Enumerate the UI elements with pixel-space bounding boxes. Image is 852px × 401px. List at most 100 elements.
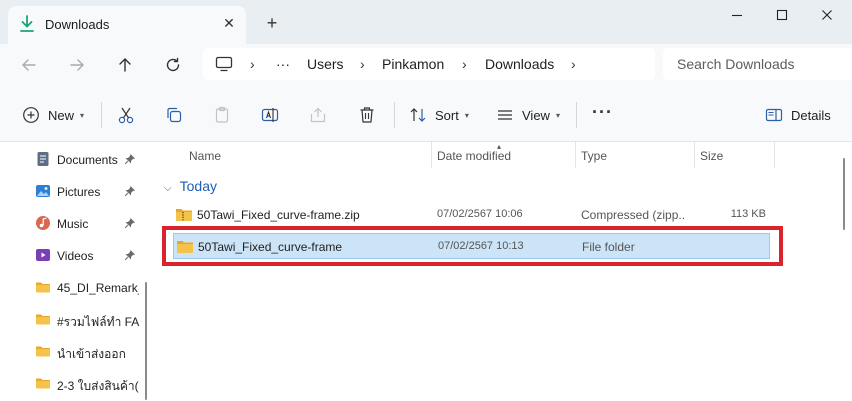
sidebar-item-folder[interactable]: 2-3 ใบส่งสินค้า(ข [0, 368, 148, 398]
forward-button[interactable] [66, 54, 88, 76]
details-button[interactable]: Details [765, 103, 831, 127]
chevron-down-icon: ▾ [80, 110, 85, 120]
more-icon: ··· [592, 101, 613, 122]
highlight-annotation [162, 226, 783, 266]
chevron-down-icon: ⌵ [164, 183, 172, 194]
pin-icon[interactable] [124, 249, 136, 261]
sidebar-item-music[interactable]: Music [0, 208, 148, 238]
sidebar-item-label: #รวมไฟล์ทำ FAQ [57, 315, 139, 329]
breadcrumb-pinkamon[interactable]: Pinkamon [382, 56, 444, 72]
new-button-label: New [48, 107, 75, 123]
search-box[interactable] [663, 48, 852, 80]
minimize-icon [732, 14, 742, 17]
folder-icon [36, 282, 50, 293]
search-input[interactable] [677, 56, 847, 72]
rename-icon[interactable] [260, 105, 280, 125]
pin-icon[interactable] [124, 153, 136, 165]
maximize-button[interactable] [767, 6, 797, 26]
delete-icon[interactable] [357, 105, 377, 125]
breadcrumb-separator[interactable]: › [571, 56, 576, 72]
paste-icon[interactable] [212, 105, 232, 125]
folder-icon [36, 378, 50, 389]
sidebar-item-documents[interactable]: Documents [0, 144, 148, 174]
sidebar-item-label: 2-3 ใบส่งสินค้า(ข [57, 379, 139, 393]
file-size: 113 KB [730, 208, 766, 220]
sidebar-item-label: นำเข้าส่งออก [57, 347, 126, 361]
new-tab-button[interactable]: + [262, 13, 282, 33]
toolbar-divider [101, 102, 102, 128]
refresh-icon [166, 57, 180, 72]
plus-circle-icon [23, 107, 39, 123]
group-header-label: Today [179, 178, 217, 194]
sidebar-item-folder[interactable]: นำเข้าส่งออก [0, 336, 148, 366]
group-header-today[interactable]: ⌵ Today [164, 178, 217, 198]
toolbar-divider [576, 102, 577, 128]
arrow-right-icon [70, 59, 84, 71]
sort-icon [410, 108, 426, 122]
maximize-icon [776, 9, 788, 21]
new-button[interactable]: New ▾ [22, 103, 84, 127]
close-window-button[interactable] [812, 6, 842, 26]
refresh-button[interactable] [162, 54, 184, 76]
file-type: Compressed (zipp... [581, 208, 685, 222]
breadcrumb-more[interactable]: ··· [276, 56, 290, 72]
navigation-pane: Documents Pictures Music Videos 45_DI_Re… [0, 142, 156, 401]
file-name: 50Tawi_Fixed_curve-frame.zip [197, 208, 360, 222]
toolbar-divider [394, 102, 395, 128]
command-bar: New ▾ Sort ▾ View ▾ ··· Details [0, 86, 852, 142]
address-bar[interactable]: › ··· Users › Pinkamon › Downloads › [203, 48, 655, 80]
close-tab-icon[interactable]: ✕ [220, 14, 238, 32]
zip-folder-icon [176, 209, 192, 221]
column-header-label: Size [700, 149, 724, 163]
file-row[interactable]: 50Tawi_Fixed_curve-frame.zip 07/02/2567 … [173, 202, 770, 228]
videos-icon [36, 249, 50, 261]
sidebar-item-folder[interactable]: 45_DI_Remark_( [0, 272, 148, 302]
view-lines-icon [498, 110, 512, 120]
column-header-name[interactable]: Name [156, 142, 432, 168]
music-icon [36, 216, 50, 230]
column-header-date-modified[interactable]: Date modified [432, 142, 576, 168]
column-divider[interactable] [774, 142, 775, 168]
column-header-label: Name [189, 149, 222, 163]
breadcrumb-users[interactable]: Users [307, 56, 344, 72]
pin-icon[interactable] [124, 217, 136, 229]
column-header-label: Date modified [437, 149, 512, 163]
back-button[interactable] [18, 54, 40, 76]
tab-downloads[interactable]: Downloads ✕ [8, 6, 246, 44]
arrow-left-icon [22, 59, 36, 71]
column-header-type[interactable]: Type [576, 142, 695, 168]
minimize-button[interactable] [722, 6, 752, 26]
download-icon [20, 15, 34, 32]
file-list-scrollbar[interactable] [843, 158, 845, 230]
sidebar-item-label: 45_DI_Remark_( [57, 281, 139, 295]
copy-icon[interactable] [164, 105, 184, 125]
sort-button-label: Sort [435, 107, 459, 123]
pin-icon[interactable] [124, 185, 136, 197]
folder-icon [36, 346, 50, 357]
chevron-down-icon: ▾ [555, 110, 560, 120]
details-pane-icon [765, 108, 783, 122]
pictures-icon [36, 185, 50, 197]
this-pc-icon[interactable] [215, 56, 233, 72]
column-header-size[interactable]: Size [695, 142, 775, 168]
close-icon [822, 10, 832, 20]
view-button-label: View [522, 107, 550, 123]
breadcrumb-separator[interactable]: › [462, 56, 467, 72]
more-options-button[interactable]: ··· [592, 100, 613, 124]
column-header-label: Type [581, 149, 608, 163]
view-button[interactable]: View ▾ [496, 103, 560, 127]
cut-icon[interactable] [116, 105, 136, 125]
breadcrumb-separator[interactable]: › [250, 56, 255, 72]
chevron-down-icon: ▾ [464, 110, 469, 120]
breadcrumb-separator[interactable]: › [360, 56, 365, 72]
documents-icon [37, 152, 49, 166]
arrow-up-icon [119, 58, 131, 72]
up-button[interactable] [114, 54, 136, 76]
sidebar-scrollbar[interactable] [145, 282, 147, 400]
breadcrumb-downloads[interactable]: Downloads [485, 56, 554, 72]
sidebar-item-folder[interactable]: #รวมไฟล์ทำ FAQ [0, 304, 148, 334]
sort-button[interactable]: Sort ▾ [409, 103, 469, 127]
share-icon[interactable] [308, 105, 328, 125]
sidebar-item-pictures[interactable]: Pictures [0, 176, 148, 206]
sidebar-item-videos[interactable]: Videos [0, 240, 148, 270]
